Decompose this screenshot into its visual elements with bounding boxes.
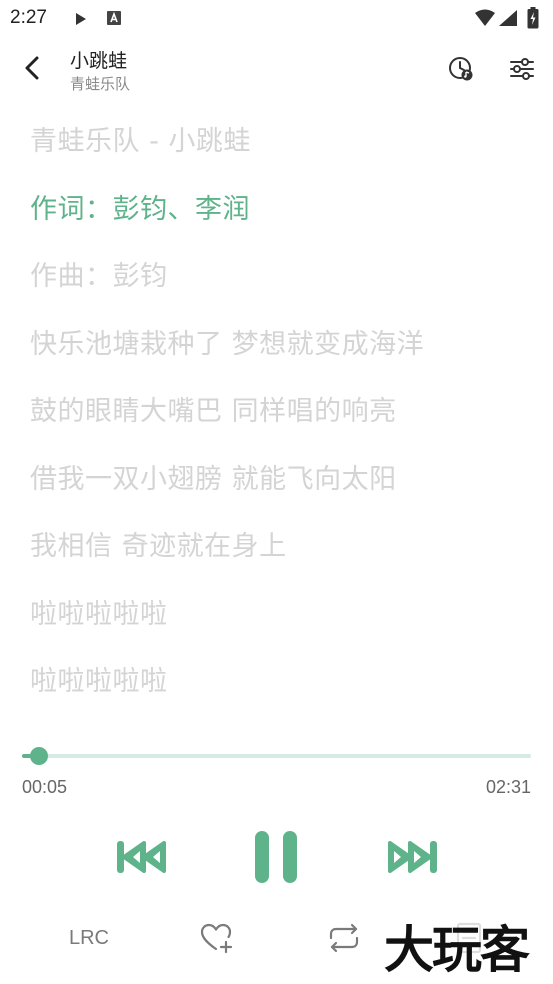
artist-name: 青蛙乐队 <box>70 75 131 93</box>
previous-button[interactable] <box>112 834 170 880</box>
favorite-add-icon <box>200 923 233 954</box>
previous-icon <box>117 841 166 873</box>
lrc-button[interactable]: LRC <box>66 922 112 954</box>
repeat-mode-button[interactable] <box>326 920 362 956</box>
a-notification-icon <box>106 10 122 30</box>
sleep-timer-icon <box>449 57 473 81</box>
progress-track <box>22 754 531 758</box>
back-icon <box>25 56 39 80</box>
battery-icon <box>527 7 539 33</box>
pause-icon <box>255 831 297 883</box>
equalizer-settings-button[interactable] <box>507 54 537 84</box>
player-header: 小跳蛙 青蛙乐队 <box>0 38 553 100</box>
favorite-button[interactable] <box>198 920 234 956</box>
lyric-line[interactable]: 啦啦啦啦啦 <box>30 581 530 649</box>
current-time: 00:05 <box>22 777 68 797</box>
progress-slider[interactable] <box>22 746 531 766</box>
cellular-icon <box>498 9 518 31</box>
equalizer-settings-icon <box>510 58 534 80</box>
status-bar: 2:27 <box>0 0 553 38</box>
lyric-line[interactable]: 鼓的眼睛大嘴巴 同样唱的响亮 <box>30 378 530 446</box>
back-button[interactable] <box>16 52 48 84</box>
watermark: 大玩客 <box>384 920 553 984</box>
pause-button[interactable] <box>248 828 304 886</box>
next-icon <box>388 841 437 873</box>
wifi-icon <box>474 9 496 31</box>
song-title: 小跳蛙 <box>70 50 128 72</box>
repeat-icon <box>329 923 359 953</box>
sleep-timer-button[interactable] <box>446 54 476 84</box>
lyrics-view[interactable]: 青蛙乐队 - 小跳蛙 作词：彭钧、李润 作曲：彭钧 快乐池塘栽种了 梦想就变成海… <box>30 108 530 716</box>
next-button[interactable] <box>384 834 442 880</box>
lyric-line[interactable]: 作曲：彭钧 <box>30 243 530 311</box>
lyric-line[interactable]: 快乐池塘栽种了 梦想就变成海洋 <box>30 311 530 379</box>
lyric-line[interactable]: 啦啦啦啦啦 <box>30 648 530 716</box>
lyric-line-active[interactable]: 作词：彭钧、李润 <box>30 176 530 244</box>
lyric-line[interactable]: 我相信 奇迹就在身上 <box>30 513 530 581</box>
total-time: 02:31 <box>485 777 531 797</box>
lyric-line[interactable]: 借我一双小翅膀 就能飞向太阳 <box>30 446 530 514</box>
lyric-line[interactable]: 青蛙乐队 - 小跳蛙 <box>30 108 530 176</box>
progress-thumb[interactable] <box>29 747 48 765</box>
status-time: 2:27 <box>10 7 47 28</box>
play-notification-icon <box>74 11 88 30</box>
